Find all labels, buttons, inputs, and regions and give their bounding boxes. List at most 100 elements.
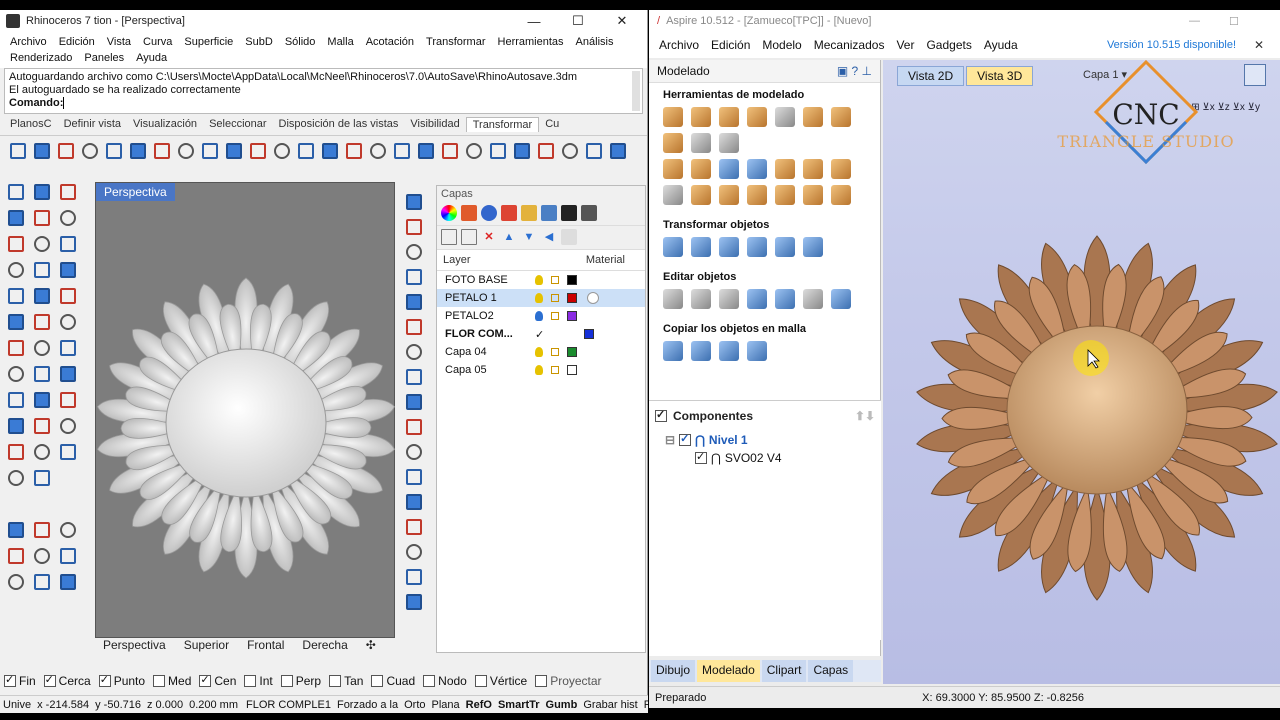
draw-tool-icon[interactable] [4,518,24,538]
modeling-tool-icon[interactable] [747,107,767,127]
status-field[interactable]: Grabar hist [580,699,640,711]
lock-icon[interactable] [551,294,559,302]
osnap-fin[interactable]: Fin [4,673,36,688]
transform-tool-icon[interactable] [222,139,242,159]
menu-item[interactable]: Ayuda [978,38,1024,52]
modeling-tool-icon[interactable] [663,185,683,205]
delete-layer-icon[interactable]: ✕ [481,229,497,245]
menu-item[interactable]: Edición [705,38,756,52]
layer-row[interactable]: Capa 04 [437,343,645,361]
toolbar-tab[interactable]: PlanosC [4,117,58,132]
aspire-minimize-icon[interactable]: — [1189,15,1200,27]
modeling-tool-icon[interactable] [719,107,739,127]
curve-tool-icon[interactable] [402,315,422,335]
osnap-med[interactable]: Med [153,674,191,688]
osnap-checkbox[interactable] [153,675,166,687]
status-field[interactable]: FLOR COMPLE1 [243,699,334,711]
modeling-tool-icon[interactable] [831,159,851,179]
osnap-checkbox[interactable] [474,675,487,687]
bottom-tab[interactable]: Modelado [697,660,760,682]
osnap-checkbox[interactable] [4,673,16,687]
version-notice[interactable]: Versión 10.515 disponible! [1101,39,1242,51]
curve-tool-icon[interactable] [402,415,422,435]
visibility-bulb-icon[interactable] [535,365,543,375]
move-up-icon[interactable]: ⬆⬇ [855,409,875,423]
toolbar-tab[interactable]: Disposición de las vistas [273,117,405,132]
osnap-nodo[interactable]: Nodo [423,674,467,688]
menu-item[interactable]: Paneles [78,50,130,66]
draw-tool-icon[interactable] [4,362,24,382]
curve-tool-icon[interactable] [402,540,422,560]
curve-tool-icon[interactable] [402,440,422,460]
move-up-icon[interactable]: ▲ [501,229,517,245]
osnap-checkbox[interactable] [199,673,212,687]
draw-tool-icon[interactable] [56,440,76,460]
osnap-cen[interactable]: Cen [199,673,236,688]
modeling-tool-icon[interactable] [747,185,767,205]
status-field[interactable]: z 0.000 [144,699,186,711]
layer-color-swatch[interactable] [567,365,577,375]
menu-item[interactable]: Archivo [653,38,705,52]
draw-tool-icon[interactable] [30,414,50,434]
transform-tool-icon[interactable] [174,139,194,159]
draw-tool-icon[interactable] [30,362,50,382]
transform-tool-icon[interactable] [462,139,482,159]
render-icon[interactable] [481,205,497,221]
minimize-icon[interactable]: — [512,10,556,32]
toolbar-tab[interactable]: Definir vista [58,117,127,132]
history-scrollbar[interactable] [632,71,640,111]
curve-tool-icon[interactable] [402,340,422,360]
menu-item[interactable]: Herramientas [492,34,570,50]
modeling-tool-icon[interactable] [803,159,823,179]
osnap-checkbox[interactable] [244,675,257,687]
curve-tool-icon[interactable] [402,465,422,485]
modeling-tool-icon[interactable] [803,237,823,257]
visibility-bulb-icon[interactable] [535,311,543,321]
osnap-checkbox[interactable] [43,673,56,687]
modeling-tool-icon[interactable] [719,159,739,179]
osnap-checkbox[interactable] [329,675,342,687]
command-prompt[interactable]: Comando: [9,97,638,110]
curve-tool-icon[interactable] [402,490,422,510]
maximize-icon[interactable]: ☐ [556,10,600,32]
modeling-tool-icon[interactable] [719,133,739,153]
transform-tool-icon[interactable] [30,139,50,159]
transform-tool-icon[interactable] [246,139,266,159]
modeling-tool-icon[interactable] [663,107,683,127]
osnap-cuad[interactable]: Cuad [371,674,415,688]
color-wheel-icon[interactable] [441,205,457,221]
modeling-tool-icon[interactable] [663,237,683,257]
draw-tool-icon[interactable] [30,232,50,252]
draw-tool-icon[interactable] [4,180,24,200]
layer-color-swatch[interactable] [584,329,595,339]
transform-tool-icon[interactable] [126,139,146,159]
toolbar-tab[interactable]: Visibilidad [404,117,465,132]
menu-item[interactable]: Curva [137,34,178,50]
menu-item[interactable]: Renderizado [4,50,78,66]
modeling-tool-icon[interactable] [747,159,767,179]
modeling-tool-icon[interactable] [775,159,795,179]
draw-tool-icon[interactable] [56,258,76,278]
lock-icon[interactable] [551,312,559,320]
transform-tool-icon[interactable] [150,139,170,159]
layer-col-material[interactable]: Material [586,254,625,266]
status-field[interactable]: Plana [429,699,463,711]
draw-tool-icon[interactable] [56,310,76,330]
bottom-tab[interactable]: Capas [808,660,854,682]
move-down-icon[interactable]: ▼ [521,229,537,245]
draw-tool-icon[interactable] [4,206,24,226]
display-icon[interactable] [581,205,597,221]
layer-row[interactable]: PETALO2 [437,307,645,325]
draw-tool-icon[interactable] [4,336,24,356]
draw-tool-icon[interactable] [56,518,76,538]
menu-item[interactable]: Ayuda [130,50,173,66]
menu-item[interactable]: Gadgets [920,38,977,52]
transform-tool-icon[interactable] [606,139,626,159]
add-viewport-icon[interactable]: ✣ [366,638,376,656]
draw-tool-icon[interactable] [56,206,76,226]
status-field[interactable]: Filt [641,699,648,711]
draw-tool-icon[interactable] [30,440,50,460]
curve-tool-icon[interactable] [402,365,422,385]
tree-item-node[interactable]: ⋂ SVO02 V4 [657,449,881,467]
tree-level-node[interactable]: ⊟ ⋂ Nivel 1 [657,431,881,449]
